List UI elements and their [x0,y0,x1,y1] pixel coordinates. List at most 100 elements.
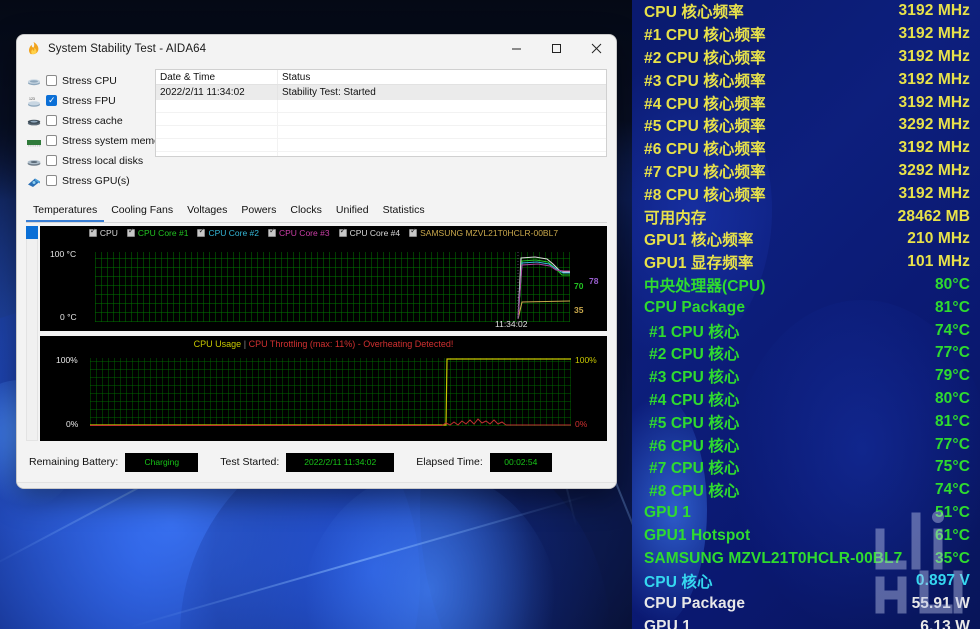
cpuid-button[interactable]: CPUID [363,487,427,488]
legend-item-core1[interactable]: CPU Core #1 [126,226,188,238]
stress-option-fpu[interactable]: 123 Stress FPU [26,93,150,108]
sensor-value: 81°C [934,298,970,316]
temperature-graph-legend: CPU CPU Core #1 CPU Core #2 CPU Core #3 [40,226,607,238]
cpu-axis-min-label-left: 0% [66,419,79,429]
temp-axis-min-label: 0 °C [60,312,77,322]
sensor-value: 81°C [934,412,970,430]
legend-checkbox[interactable] [268,226,276,237]
legend-checkbox[interactable] [197,226,206,237]
preferences-button[interactable]: Preferences [437,487,501,488]
graph-scrollbar[interactable] [26,226,38,441]
sensor-value: 28462 MB [897,207,970,225]
tab-temperatures[interactable]: Temperatures [26,201,105,222]
sensor-value: 77°C [934,344,970,362]
sensor-value: 3192 MHz [898,139,970,157]
log-column-status[interactable]: Status [278,70,606,84]
legend-checkbox[interactable] [409,226,418,237]
temperature-graph: CPU CPU Core #1 CPU Core #2 CPU Core #3 [40,226,607,331]
sensor-row: #6 CPU 核心 77°C [632,433,980,456]
stress-option-local-disks[interactable]: Stress local disks [26,153,150,168]
sensor-value: 3192 MHz [898,93,970,111]
sensor-name: #1 CPU 核心 [649,323,740,341]
legend-checkbox[interactable] [338,226,347,237]
cpu-axis-min-label-right: 0% [575,419,588,429]
remaining-battery-value-box: Charging [125,452,199,472]
sensor-value: 101 MHz [907,253,970,271]
tab-cooling-fans[interactable]: Cooling Fans [104,201,180,222]
legend-label: CPU [99,228,118,238]
stress-option-label: Stress CPU [62,74,117,87]
sensor-name: #2 CPU 核心频率 [644,49,766,67]
aida64-stability-test-window: System Stability Test - AIDA64 Stress CP… [16,34,617,489]
scrollbar-thumb[interactable] [26,226,38,239]
start-button[interactable]: Start [29,488,93,489]
stress-option-gpus[interactable]: Stress GPU(s) [26,173,150,188]
legend-item-core4[interactable]: CPU Core #4 [338,226,400,238]
stress-cpu-checkbox[interactable] [46,75,57,86]
legend-item-core2[interactable]: CPU Core #2 [197,226,259,238]
tab-powers[interactable]: Powers [234,201,283,222]
tab-unified[interactable]: Unified [329,201,376,222]
sensor-value: 80°C [934,389,970,407]
stress-option-system-memory[interactable]: Stress system memory [26,133,169,148]
tab-statistics[interactable]: Statistics [376,201,432,222]
sensor-name: #1 CPU 核心频率 [644,27,766,45]
scrollbar-track[interactable] [26,239,38,441]
sensor-name: CPU Package [644,298,746,316]
sensor-name: #3 CPU 核心 [649,369,740,387]
maximize-button[interactable] [536,35,576,62]
elapsed-time-label: Elapsed Time: [416,456,483,468]
stress-disks-checkbox[interactable] [46,155,57,166]
save-button[interactable]: Save [271,487,335,488]
log-column-datetime[interactable]: Date & Time [156,70,278,84]
table-row[interactable]: 2022/2/11 11:34:02 Stability Test: Start… [156,85,606,100]
close-dialog-button[interactable]: Close [540,488,604,489]
legend-item-samsung-ssd[interactable]: SAMSUNG MZVL21T0HCLR-00BL7 [409,226,559,238]
sensor-value: 74°C [934,481,970,499]
sensor-row: #4 CPU 核心频率 3192 MHz [632,91,980,114]
sensor-value: 3192 MHz [898,25,970,43]
cpu-usage-title: CPU Usage [193,339,242,349]
sensor-row: #7 CPU 核心频率 3292 MHz [632,160,980,183]
log-cell-status: Stability Test: Started [282,87,376,98]
footer-button-bar: Start Stop Clear Save CPUID Preferences … [17,482,616,489]
stress-memory-checkbox[interactable] [46,135,57,146]
legend-item-cpu[interactable]: CPU [88,226,118,238]
sensor-name: #6 CPU 核心频率 [644,141,766,159]
stress-fpu-checkbox[interactable] [46,94,57,107]
cpu-chip-icon [26,75,42,87]
window-titlebar[interactable]: System Stability Test - AIDA64 [17,35,616,62]
graph-tab-bar: Temperatures Cooling Fans Voltages Power… [26,201,607,223]
sensor-row: 可用内存 28462 MB [632,205,980,228]
stress-option-cache[interactable]: Stress cache [26,113,150,128]
legend-item-core3[interactable]: CPU Core #3 [268,226,330,238]
minimize-button[interactable] [496,35,536,62]
temp-value-label-purple: 78 [589,276,599,286]
legend-checkbox[interactable] [126,226,135,237]
stress-gpus-checkbox[interactable] [46,175,57,186]
stability-log-grid[interactable]: Date & Time Status 2022/2/11 11:34:02 St… [155,69,607,157]
sensor-value: 3192 MHz [898,2,970,20]
sensor-row: CPU Package 81°C [632,296,980,319]
stress-cache-checkbox[interactable] [46,115,57,126]
stress-option-label: Stress cache [62,114,123,127]
legend-checkbox[interactable] [88,226,97,237]
legend-label: SAMSUNG MZVL21T0HCLR-00BL7 [420,228,559,238]
tab-voltages[interactable]: Voltages [180,201,234,222]
sensor-row: #8 CPU 核心频率 3192 MHz [632,182,980,205]
sensor-row: #5 CPU 核心 81°C [632,410,980,433]
stress-option-label: Stress FPU [62,94,116,107]
legend-label: CPU Core #2 [208,228,259,238]
close-button[interactable] [576,35,616,62]
sensor-name: #4 CPU 核心频率 [644,95,766,113]
sensor-value: 77°C [934,435,970,453]
cache-chip-icon [26,115,42,127]
stop-button[interactable]: Stop [103,487,167,488]
svg-text:123: 123 [29,97,35,101]
stress-option-cpu[interactable]: Stress CPU [26,73,150,88]
window-title: System Stability Test - AIDA64 [48,42,207,55]
tab-clocks[interactable]: Clocks [283,201,329,222]
clear-button[interactable]: Clear [197,487,261,488]
stress-option-label: Stress local disks [62,154,144,167]
sensor-value: 3292 MHz [898,161,970,179]
